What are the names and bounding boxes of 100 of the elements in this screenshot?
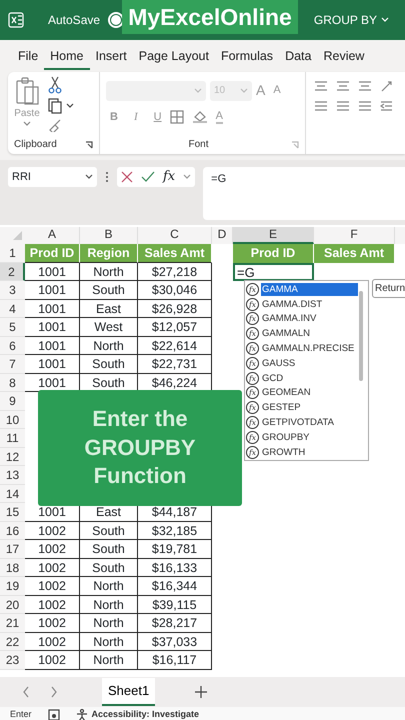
row-header[interactable]: 15 — [0, 503, 25, 522]
align-icon[interactable] — [314, 80, 328, 92]
row-header[interactable]: 6 — [0, 336, 25, 355]
row-header[interactable]: 5 — [0, 318, 25, 336]
header-cell: Sales Amt — [314, 244, 395, 262]
row-header[interactable]: 1 — [0, 244, 25, 262]
table-cell: South — [80, 522, 138, 540]
table-cell: $26,928 — [138, 300, 212, 318]
row-header[interactable]: 3 — [0, 281, 25, 300]
table-cell: North — [80, 651, 138, 670]
table-cell: $12,057 — [138, 318, 212, 336]
align-icon[interactable] — [358, 80, 372, 92]
chevron-down-icon — [66, 103, 74, 109]
accessibility-icon[interactable] — [76, 708, 88, 720]
banner-title: MyExcelOnline — [122, 0, 298, 34]
ribbon-tab[interactable]: Data — [279, 45, 318, 70]
table-cell: North — [80, 262, 138, 281]
align-icon[interactable] — [314, 100, 328, 112]
row-header[interactable]: 11 — [0, 429, 25, 448]
table-cell: 1002 — [25, 577, 80, 596]
table-cell: $37,033 — [138, 632, 212, 651]
align-icon[interactable] — [358, 100, 372, 112]
ribbon-tab[interactable]: Insert — [90, 45, 133, 70]
document-title[interactable]: GROUP BY — [314, 11, 389, 29]
row-header[interactable]: 20 — [0, 596, 25, 614]
table-cell: 1002 — [25, 614, 80, 632]
row-header[interactable]: 18 — [0, 558, 25, 577]
chevron-right-icon[interactable] — [50, 686, 58, 698]
table-cell: $16,344 — [138, 577, 212, 596]
table-cell: 1001 — [25, 336, 80, 355]
ribbon-tab[interactable]: Formulas — [214, 45, 280, 70]
chevron-left-icon[interactable] — [22, 686, 30, 698]
table-cell: $30,046 — [138, 281, 212, 300]
column-header[interactable]: E — [233, 227, 314, 244]
table-cell: North — [80, 632, 138, 651]
chevron-down-icon — [23, 121, 31, 127]
sheet-tab[interactable]: Sheet1 — [102, 678, 156, 706]
accessibility-status[interactable]: Accessibility: Investigate — [92, 708, 200, 720]
table-cell: 1001 — [25, 300, 80, 318]
font-name-field[interactable] — [106, 80, 206, 100]
close-icon[interactable] — [121, 171, 133, 183]
ribbon-tab[interactable]: Page Layout — [132, 45, 215, 70]
align-icon[interactable] — [336, 80, 350, 92]
table-cell: $27,218 — [138, 262, 212, 281]
row-header[interactable]: 19 — [0, 577, 25, 596]
chevron-down-icon — [85, 174, 93, 180]
ribbon-tab[interactable]: Review — [317, 45, 370, 70]
table-cell: $32,185 — [138, 522, 212, 540]
table-cell: 1001 — [25, 262, 80, 281]
checkmark-icon[interactable] — [141, 171, 155, 183]
row-header[interactable]: 17 — [0, 540, 25, 558]
table-cell: 1002 — [25, 632, 80, 651]
tooltip: Return — [372, 279, 405, 298]
table-cell: 1002 — [25, 540, 80, 558]
row-header[interactable]: 23 — [0, 651, 25, 670]
name-box[interactable]: RRI — [8, 167, 97, 187]
row-header[interactable]: 16 — [0, 522, 25, 540]
row-header[interactable]: 21 — [0, 614, 25, 632]
table-cell: East — [80, 300, 138, 318]
table-cell: $39,115 — [138, 596, 212, 614]
table-cell: $22,731 — [138, 355, 212, 374]
formula-field[interactable]: =G — [203, 167, 405, 220]
dialog-launcher-icon[interactable] — [85, 140, 93, 148]
row-header[interactable]: 12 — [0, 448, 25, 466]
copy-icon — [48, 98, 62, 114]
fill-color-icon[interactable] — [192, 110, 208, 124]
borders-icon[interactable] — [170, 110, 184, 124]
table-cell: South — [80, 355, 138, 374]
row-header[interactable]: 9 — [0, 392, 25, 410]
chevron-down-icon — [240, 88, 248, 94]
brush-icon — [48, 118, 62, 132]
align-icon[interactable] — [336, 100, 350, 112]
table-cell: West — [80, 318, 138, 336]
macro-recorder-icon[interactable] — [48, 708, 60, 720]
table-cell: $16,133 — [138, 558, 212, 577]
table-cell: 1002 — [25, 522, 80, 540]
table-cell: 1002 — [25, 596, 80, 614]
row-header[interactable]: 13 — [0, 466, 25, 484]
table-cell: South — [80, 540, 138, 558]
paste-icon — [14, 76, 40, 106]
autosave-label: AutoSave — [48, 12, 100, 29]
chevron-down-icon — [381, 17, 389, 23]
chevron-down-icon — [183, 174, 192, 180]
row-header[interactable]: 4 — [0, 300, 25, 318]
indent-icon[interactable] — [380, 100, 392, 112]
insert-function-button[interactable]: fx — [163, 167, 176, 187]
callout-banner: Enter the GROUPBY Function — [38, 390, 242, 506]
table-cell: South — [80, 558, 138, 577]
row-header[interactable]: 22 — [0, 632, 25, 651]
row-header[interactable]: 8 — [0, 374, 25, 392]
table-cell: South — [80, 281, 138, 300]
orientation-icon[interactable] — [380, 80, 392, 92]
status-mode: Enter — [10, 708, 32, 720]
ribbon-tab[interactable]: File — [12, 45, 44, 70]
row-header[interactable]: 14 — [0, 484, 25, 503]
add-sheet-icon[interactable] — [195, 686, 208, 698]
row-header[interactable]: 7 — [0, 355, 25, 374]
row-header[interactable]: 2 — [0, 262, 25, 281]
scrollbar-thumb[interactable] — [359, 291, 363, 381]
row-header[interactable]: 10 — [0, 410, 25, 429]
